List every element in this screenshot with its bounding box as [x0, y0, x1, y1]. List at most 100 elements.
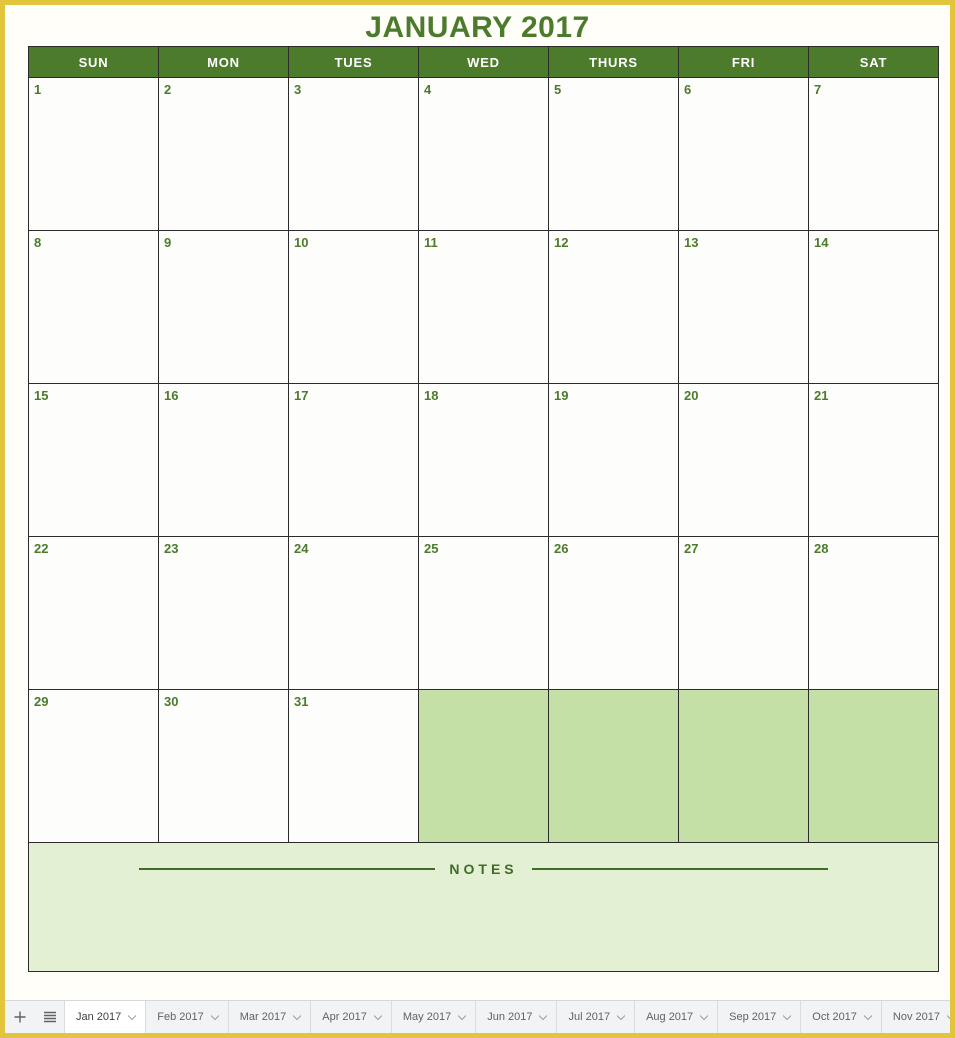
sheet-tab-jan-2017[interactable]: Jan 2017: [64, 1001, 147, 1033]
day-number: 1: [34, 82, 42, 97]
day-number: 11: [424, 235, 438, 250]
day-number: 31: [294, 694, 309, 709]
day-number: 14: [814, 235, 829, 250]
day-cell[interactable]: 28: [808, 536, 939, 690]
day-cell[interactable]: 11: [418, 230, 549, 384]
chevron-down-icon[interactable]: [293, 1014, 302, 1020]
sheet-tab-may-2017[interactable]: May 2017: [390, 1001, 477, 1033]
day-number: [679, 690, 808, 695]
day-cell[interactable]: 7: [808, 77, 939, 231]
chevron-down-icon[interactable]: [210, 1014, 219, 1020]
calendar-week-row: 8 9 10 11 12 13 14: [28, 230, 939, 384]
day-cell-empty[interactable]: [418, 689, 549, 843]
day-number: [419, 690, 548, 695]
calendar-body: 1 2 3 4 5 6 7 8 9 10 11 12 13 14 15 16 17 18 19 20 21 22 23 24 2…: [28, 77, 939, 843]
day-number: 12: [554, 235, 569, 250]
sheet-tab-sep-2017[interactable]: Sep 2017: [717, 1001, 802, 1033]
day-number: 18: [424, 388, 439, 403]
chevron-down-icon[interactable]: [458, 1014, 467, 1020]
day-cell[interactable]: 30: [158, 689, 289, 843]
sheet-tab-bar[interactable]: Jan 2017 Feb 2017 Mar 2017 Apr 2017 May 2017…: [5, 1000, 950, 1033]
day-number: 25: [424, 541, 439, 556]
weekday-header-tues: TUES: [288, 46, 419, 78]
day-cell[interactable]: 12: [548, 230, 679, 384]
day-cell[interactable]: 4: [418, 77, 549, 231]
day-cell[interactable]: 9: [158, 230, 289, 384]
notes-rule-left: [139, 868, 436, 870]
day-cell-empty[interactable]: [548, 689, 679, 843]
day-cell[interactable]: 6: [678, 77, 809, 231]
weekday-header-row: SUN MON TUES WED THURS FRI SAT: [28, 46, 939, 78]
notes-panel[interactable]: NOTES: [28, 842, 939, 972]
day-cell[interactable]: 1: [28, 77, 159, 231]
sheet-canvas[interactable]: JANUARY 2017 SUN MON TUES WED THURS FRI SAT 12…: [5, 5, 950, 1001]
add-sheet-button[interactable]: [5, 1001, 35, 1033]
chevron-down-icon[interactable]: [783, 1014, 792, 1020]
sheet-tab-label: Oct 2017: [812, 1011, 857, 1023]
day-cell[interactable]: 21: [808, 383, 939, 537]
day-number: 26: [554, 541, 569, 556]
day-cell[interactable]: 3: [288, 77, 419, 231]
day-cell-empty[interactable]: [678, 689, 809, 843]
day-number: 15: [34, 388, 49, 403]
day-cell[interactable]: 18: [418, 383, 549, 537]
sheet-tabs-container: Jan 2017 Feb 2017 Mar 2017 Apr 2017 May 2017…: [64, 1001, 950, 1033]
day-number: 29: [34, 694, 49, 709]
day-cell[interactable]: 24: [288, 536, 419, 690]
sheet-tab-label: Aug 2017: [646, 1011, 694, 1023]
sheet-tab-label: Nov 2017: [892, 1011, 941, 1023]
day-cell[interactable]: 15: [28, 383, 159, 537]
day-number: 2: [164, 82, 172, 97]
sheet-tab-oct-2017[interactable]: Oct 2017: [800, 1001, 882, 1033]
day-cell[interactable]: 17: [288, 383, 419, 537]
day-cell[interactable]: 25: [418, 536, 549, 690]
calendar-grid: SUN MON TUES WED THURS FRI SAT 1 2 3 4 5 6 7 8 9 10 11 12…: [28, 46, 939, 972]
sheet-tab-feb-2017[interactable]: Feb 2017: [145, 1001, 229, 1033]
sheet-tab-nov-2017[interactable]: Nov 2017: [880, 1001, 950, 1033]
hamburger-icon: [44, 1011, 56, 1023]
chevron-down-icon[interactable]: [539, 1014, 548, 1020]
sheet-tab-jun-2017[interactable]: Jun 2017: [475, 1001, 558, 1033]
sheet-tab-aug-2017[interactable]: Aug 2017: [634, 1001, 719, 1033]
day-cell[interactable]: 5: [548, 77, 679, 231]
sheet-tab-jul-2017[interactable]: Jul 2017: [556, 1001, 636, 1033]
chevron-down-icon[interactable]: [373, 1014, 382, 1020]
day-cell[interactable]: 31: [288, 689, 419, 843]
day-cell[interactable]: 29: [28, 689, 159, 843]
day-number: 23: [164, 541, 179, 556]
day-number: 19: [554, 388, 569, 403]
chevron-down-icon[interactable]: [128, 1014, 137, 1020]
day-cell[interactable]: 27: [678, 536, 809, 690]
day-cell[interactable]: 10: [288, 230, 419, 384]
day-cell[interactable]: 2: [158, 77, 289, 231]
chevron-down-icon[interactable]: [947, 1014, 950, 1020]
sheet-tab-apr-2017[interactable]: Apr 2017: [310, 1001, 392, 1033]
day-cell[interactable]: 14: [808, 230, 939, 384]
weekday-header-wed: WED: [418, 46, 549, 78]
all-sheets-button[interactable]: [35, 1001, 65, 1033]
weekday-header-sat: SAT: [808, 46, 939, 78]
chevron-down-icon[interactable]: [617, 1014, 626, 1020]
spreadsheet-window: JANUARY 2017 SUN MON TUES WED THURS FRI SAT 12…: [0, 0, 955, 1038]
day-cell[interactable]: 26: [548, 536, 679, 690]
day-cell[interactable]: 8: [28, 230, 159, 384]
day-cell[interactable]: 19: [548, 383, 679, 537]
notes-heading: NOTES: [29, 843, 938, 877]
day-cell[interactable]: 13: [678, 230, 809, 384]
chevron-down-icon[interactable]: [863, 1014, 872, 1020]
day-cell[interactable]: 20: [678, 383, 809, 537]
chevron-down-icon[interactable]: [700, 1014, 709, 1020]
sheet-tab-mar-2017[interactable]: Mar 2017: [227, 1001, 312, 1033]
day-number: 20: [684, 388, 699, 403]
day-number: [809, 690, 938, 695]
day-number: 17: [294, 388, 309, 403]
day-number: 13: [684, 235, 699, 250]
day-cell[interactable]: 16: [158, 383, 289, 537]
notes-inner: NOTES: [29, 843, 938, 971]
day-cell[interactable]: 22: [28, 536, 159, 690]
sheet-tab-label: Feb 2017: [157, 1011, 204, 1023]
day-cell-empty[interactable]: [808, 689, 939, 843]
day-cell[interactable]: 23: [158, 536, 289, 690]
sheet-tab-label: Sep 2017: [729, 1011, 777, 1023]
plus-icon: [14, 1011, 26, 1023]
